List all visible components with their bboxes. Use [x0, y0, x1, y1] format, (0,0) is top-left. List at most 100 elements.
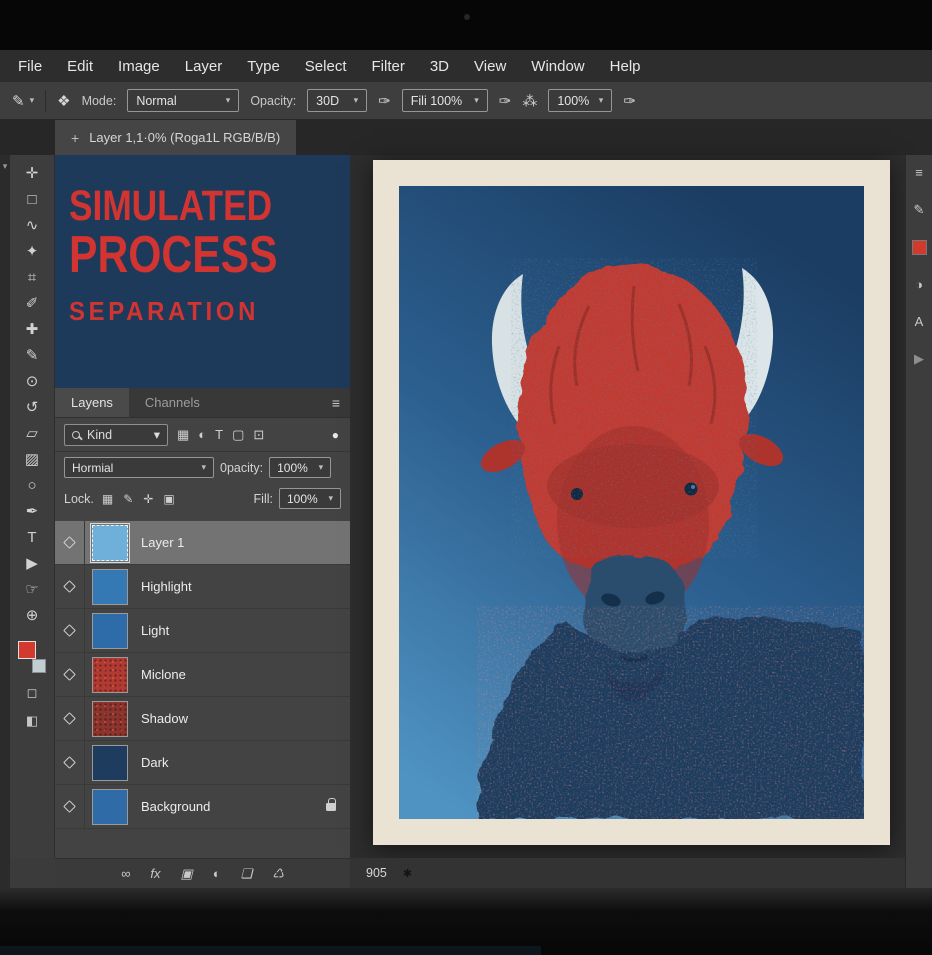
dock-paragraph-icon[interactable]: ▶	[914, 351, 924, 367]
menu-layer[interactable]: Layer	[185, 58, 223, 75]
visibility-toggle[interactable]	[55, 609, 85, 652]
fill-select[interactable]: 100% ▾	[279, 488, 341, 509]
blur-tool[interactable]: ○	[17, 473, 47, 499]
visibility-toggle[interactable]	[55, 653, 85, 696]
link-layers-icon[interactable]: ∞	[121, 866, 130, 881]
hand-tool[interactable]: ☞	[17, 577, 47, 603]
healing-tool[interactable]: ✚	[17, 317, 47, 343]
filter-shape-layers-icon[interactable]: ▢	[232, 427, 244, 443]
layer-row-shadow[interactable]: Shadow	[55, 697, 350, 741]
delete-layer-icon[interactable]: ♺	[272, 866, 284, 882]
airbrush-icon[interactable]: ⁂	[522, 92, 537, 110]
menu-file[interactable]: File	[18, 58, 42, 75]
layer-thumbnail[interactable]	[92, 701, 128, 737]
pressure-opacity-icon[interactable]: ✑	[378, 92, 391, 110]
layer-opacity-select[interactable]: 100% ▾	[269, 457, 331, 478]
layer-row-light[interactable]: Light	[55, 609, 350, 653]
menu-edit[interactable]: Edit	[67, 58, 93, 75]
layer-row-miclone[interactable]: Miclone	[55, 653, 350, 697]
menu-image[interactable]: Image	[118, 58, 160, 75]
layer-thumbnail[interactable]	[92, 789, 128, 825]
filter-toggle-icon[interactable]: ●	[332, 428, 341, 442]
gradient-tool[interactable]: ▨	[17, 447, 47, 473]
layer-style-fx-icon[interactable]: fx	[150, 866, 160, 881]
layer-row-background[interactable]: Background	[55, 785, 350, 829]
crop-tool[interactable]: ⌗	[17, 265, 47, 291]
tab-channels[interactable]: Channels	[129, 388, 216, 417]
filter-smart-object-icon[interactable]: ⊡	[253, 427, 264, 443]
fill-select[interactable]: Fili 100% ▾	[402, 89, 488, 112]
menu-filter[interactable]: Filter	[372, 58, 405, 75]
menu-window[interactable]: Window	[531, 58, 584, 75]
layer-row-highlight[interactable]: Highlight	[55, 565, 350, 609]
zoom-tool[interactable]: ⊕	[17, 603, 47, 629]
dock-menu-icon[interactable]: ≡	[915, 165, 923, 180]
document-tab[interactable]: + Layer 1,1·0% (Roga1L RGB/B/B)	[55, 120, 296, 155]
brush-tool[interactable]: ✎	[17, 343, 47, 369]
lock-pixels-icon[interactable]: ✎	[123, 492, 133, 506]
chevron-down-icon[interactable]: ▾	[30, 95, 35, 106]
document-poster[interactable]	[373, 160, 890, 845]
brush-preset-icon[interactable]: ✎	[12, 92, 25, 110]
visibility-toggle[interactable]	[55, 697, 85, 740]
visibility-toggle[interactable]	[55, 521, 85, 564]
mode-select[interactable]: Normal ▾	[127, 89, 239, 112]
menu-type[interactable]: Type	[247, 58, 280, 75]
screen-mode-icon[interactable]: ◧	[26, 713, 38, 729]
kind-filter-select[interactable]: Kind ▾	[64, 424, 168, 446]
history-brush-tool[interactable]: ↺	[17, 395, 47, 421]
tool-preset-icon[interactable]: ❖	[57, 92, 70, 110]
marquee-tool[interactable]: □	[17, 187, 47, 213]
pressure-size-icon[interactable]: ✑	[499, 92, 512, 110]
panel-menu-icon[interactable]: ≡	[332, 388, 350, 417]
smoothing-select[interactable]: 100% ▾	[548, 89, 612, 112]
new-group-icon[interactable]: ❏	[241, 866, 253, 882]
layer-row-dark[interactable]: Dark	[55, 741, 350, 785]
quick-select-tool[interactable]: ✦	[17, 239, 47, 265]
opacity-select[interactable]: 30D ▾	[307, 89, 367, 112]
layer-thumbnail[interactable]	[92, 525, 128, 561]
eraser-tool[interactable]: ▱	[17, 421, 47, 447]
layer-thumbnail[interactable]	[92, 569, 128, 605]
menu-select[interactable]: Select	[305, 58, 347, 75]
eyedropper-tool[interactable]: ✐	[17, 291, 47, 317]
move-tool[interactable]: ✛	[17, 161, 47, 187]
pen-tool[interactable]: ✒	[17, 499, 47, 525]
type-tool[interactable]: T	[17, 525, 47, 551]
menu-help[interactable]: Help	[610, 58, 641, 75]
visibility-toggle[interactable]	[55, 741, 85, 784]
layer-thumbnail[interactable]	[92, 613, 128, 649]
blend-mode-select[interactable]: Hormial ▾	[64, 457, 214, 478]
dock-color-swatch[interactable]	[912, 240, 927, 255]
canvas-area[interactable]	[350, 155, 905, 858]
quick-mask-icon[interactable]: ◻	[27, 685, 38, 701]
filter-adjustment-layers-icon[interactable]: ◐	[198, 427, 206, 442]
lock-all-icon[interactable]: ▣	[163, 492, 174, 506]
clone-stamp-tool[interactable]: ⊙	[17, 369, 47, 395]
layer-mask-icon[interactable]: ▣	[180, 866, 192, 882]
menu-view[interactable]: View	[474, 58, 506, 75]
dock-character-panel-icon[interactable]: A	[915, 314, 924, 329]
layer-thumbnail[interactable]	[92, 745, 128, 781]
lasso-tool[interactable]: ∿	[17, 213, 47, 239]
filter-type-layers-icon[interactable]: T	[215, 427, 223, 442]
color-swatches[interactable]	[17, 641, 47, 673]
dock-brush-icon[interactable]: ✎	[914, 202, 925, 218]
layer-row-layer1[interactable]: Layer 1	[55, 521, 350, 565]
dock-adjustments-icon[interactable]: ◑	[915, 277, 923, 292]
pen-pressure-icon[interactable]: ✑	[623, 92, 636, 110]
background-color-swatch[interactable]	[32, 659, 46, 673]
menu-3d[interactable]: 3D	[430, 58, 449, 75]
lock-transparency-icon[interactable]: ▦	[102, 492, 113, 506]
path-select-tool[interactable]: ▶	[17, 551, 47, 577]
lock-position-icon[interactable]: ✛	[143, 492, 153, 506]
visibility-toggle[interactable]	[55, 785, 85, 828]
foreground-color-swatch[interactable]	[18, 641, 36, 659]
visibility-toggle[interactable]	[55, 565, 85, 608]
adjustment-layer-icon[interactable]: ◐	[213, 866, 221, 881]
tab-layers[interactable]: Layens	[55, 388, 129, 417]
zoom-level-field[interactable]: 905	[366, 866, 387, 880]
filter-pixel-layers-icon[interactable]: ▦	[177, 427, 189, 443]
toolbar-collapse-strip[interactable]: ▾	[0, 155, 10, 888]
layer-thumbnail[interactable]	[92, 657, 128, 693]
